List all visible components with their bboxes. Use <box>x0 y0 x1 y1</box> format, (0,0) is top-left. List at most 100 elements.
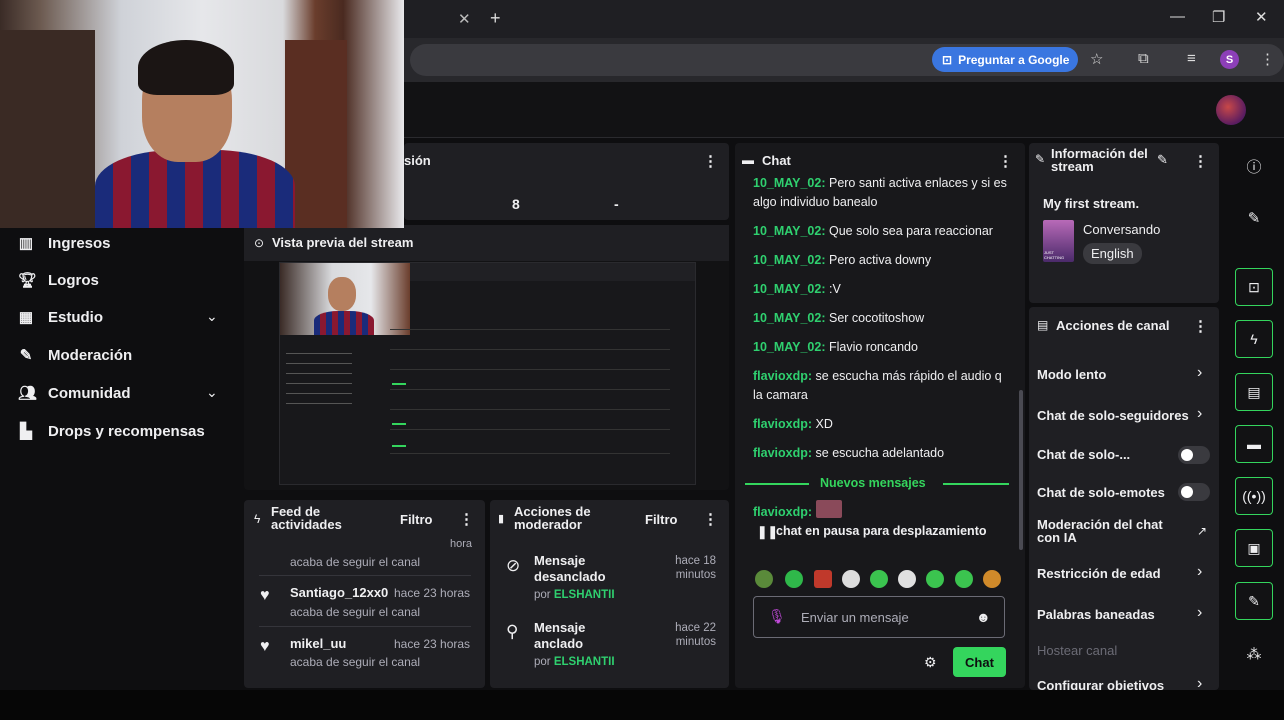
edit-pencil-icon[interactable]: ✎ <box>1157 152 1168 168</box>
emote-icon[interactable] <box>983 570 1001 588</box>
media-controls-icon[interactable]: ≡ <box>1187 50 1196 67</box>
tab-close-icon[interactable]: ✕ <box>458 10 471 28</box>
emote-icon[interactable] <box>785 570 803 588</box>
feed-sub: acaba de seguir el canal <box>290 605 421 619</box>
external-link-icon[interactable]: ↗ <box>1197 524 1207 538</box>
session-panel <box>404 143 729 220</box>
stream-preview-video[interactable] <box>279 262 696 485</box>
action-slow-mode[interactable]: Modo lento <box>1037 367 1106 382</box>
emote-icon[interactable] <box>755 570 773 588</box>
chat-text: Flavio roncando <box>828 340 918 354</box>
send-chat-button[interactable]: Chat <box>953 647 1006 677</box>
chat-text: Ser cocotitoshow <box>828 311 925 325</box>
address-bar[interactable] <box>410 44 1284 76</box>
category-value[interactable]: Conversando <box>1083 222 1160 237</box>
chevron-right-icon[interactable]: › <box>1197 563 1202 581</box>
document-icon[interactable]: ▤ <box>1235 373 1273 411</box>
user-avatar[interactable] <box>1216 95 1246 125</box>
bookmark-star-icon[interactable]: ☆ <box>1090 50 1103 68</box>
more-options-icon[interactable]: ⋮ <box>1193 317 1208 335</box>
chevron-right-icon[interactable]: › <box>1197 364 1202 382</box>
chat-bubble-icon[interactable]: ▬ <box>1235 425 1273 463</box>
more-options-icon[interactable]: ⋮ <box>703 152 718 170</box>
ask-google-button[interactable]: ⊡ Preguntar a Google <box>932 47 1078 72</box>
feed-item-name[interactable]: Santiago_12xx0 <box>290 585 388 600</box>
sidebar-item-logros[interactable]: 🏆︎ Logros <box>18 269 99 291</box>
more-options-icon[interactable]: ⋮ <box>459 510 474 528</box>
microphone-icon[interactable]: 🎙︎ <box>768 608 786 625</box>
action-followers-only[interactable]: Chat de solo-seguidores <box>1037 408 1189 423</box>
more-options-icon[interactable]: ⋮ <box>998 152 1013 170</box>
chat-message: flavioxdp: se escucha adelantado <box>753 446 945 460</box>
sidebar-item-label: Comunidad <box>48 384 131 402</box>
extensions-icon[interactable]: ⧉ <box>1138 50 1149 67</box>
chat-username[interactable]: 10_MAY_02 <box>753 311 821 325</box>
language-tag[interactable]: English <box>1083 243 1142 264</box>
emote-icon[interactable] <box>955 570 973 588</box>
video-queue-icon[interactable]: ▣ <box>1235 529 1273 567</box>
sidebar-item-comunidad[interactable]: 👥︎ Comunidad <box>18 382 131 404</box>
action-subs-only[interactable]: Chat de solo-... <box>1037 447 1130 462</box>
chat-username[interactable]: 10_MAY_02 <box>753 224 821 238</box>
camera-focus-icon[interactable]: ⊡ <box>1235 268 1273 306</box>
feed-item-name[interactable]: mikel_uu <box>290 636 346 651</box>
emote-icon[interactable] <box>814 570 832 588</box>
sidebar-item-ingresos[interactable]: ▥ Ingresos <box>18 232 111 254</box>
chat-paused-notice[interactable]: chat en pausa para desplazamiento <box>776 524 987 538</box>
subs-only-toggle[interactable] <box>1178 446 1210 464</box>
emote-icon[interactable] <box>926 570 944 588</box>
more-options-icon[interactable]: ⋮ <box>703 510 718 528</box>
feed-filter-button[interactable]: Filtro <box>400 512 433 527</box>
emotes-only-toggle[interactable] <box>1178 483 1210 501</box>
minimize-button[interactable]: — <box>1170 8 1185 25</box>
more-options-icon[interactable]: ⋮ <box>1193 152 1208 170</box>
close-window-button[interactable]: ✕ <box>1255 8 1268 26</box>
mod-user[interactable]: ELSHANTII <box>554 656 615 668</box>
chevron-right-icon[interactable]: › <box>1197 405 1202 423</box>
chat-username[interactable]: 10_MAY_02 <box>753 176 821 190</box>
wrench-icon[interactable]: ✎ <box>1235 582 1273 620</box>
edit-pencil-icon[interactable]: ✎ <box>1235 199 1273 237</box>
chat-username[interactable]: 10_MAY_02 <box>753 253 821 267</box>
session-stat: 8 <box>512 196 520 212</box>
sidebar-item-label: Drops y recompensas <box>48 422 205 440</box>
chevron-down-icon[interactable]: ⌄ <box>206 308 218 325</box>
emote-icon[interactable] <box>870 570 888 588</box>
lightning-icon[interactable]: ϟ <box>1235 320 1273 358</box>
restore-button[interactable]: ❐ <box>1212 8 1225 26</box>
chat-username[interactable]: 10_MAY_02 <box>753 282 821 296</box>
chat-username[interactable]: flavioxdp: <box>753 505 812 519</box>
emote-icon[interactable] <box>842 570 860 588</box>
info-icon[interactable]: ⓘ <box>1235 147 1273 185</box>
action-ai-moderation[interactable]: Moderación del chat con IA <box>1037 518 1187 544</box>
preview-line <box>390 349 670 350</box>
chat-scrollbar[interactable] <box>1019 390 1023 550</box>
action-emotes-only[interactable]: Chat de solo-emotes <box>1037 485 1165 500</box>
sidebar-item-moderacion[interactable]: ✎ Moderación <box>18 344 132 366</box>
mod-user[interactable]: ELSHANTII <box>554 589 615 601</box>
sidebar-item-estudio[interactable]: ▦ Estudio <box>18 306 103 328</box>
mod-filter-button[interactable]: Filtro <box>645 512 678 527</box>
new-messages-divider <box>745 483 809 485</box>
chat-username[interactable]: flavioxdp <box>753 417 808 431</box>
chat-message: 10_MAY_02: Ser cocotitoshow <box>753 311 925 325</box>
add-action-icon[interactable]: ⁂ <box>1235 635 1273 673</box>
chat-username[interactable]: flavioxdp <box>753 369 808 383</box>
profile-avatar[interactable]: S <box>1220 50 1239 69</box>
pause-icon[interactable]: ❚❚ <box>757 524 778 539</box>
action-age-restriction[interactable]: Restricción de edad <box>1037 566 1161 581</box>
browser-menu-icon[interactable]: ⋮ <box>1260 50 1275 68</box>
emote-icon[interactable] <box>898 570 916 588</box>
new-tab-button[interactable]: + <box>490 8 501 29</box>
webcam-overlay <box>0 0 404 228</box>
chevron-down-icon[interactable]: ⌄ <box>206 384 218 401</box>
action-banned-words[interactable]: Palabras baneadas <box>1037 607 1155 622</box>
chat-message: 10_MAY_02: Pero santi activa enlaces y s… <box>753 176 1007 209</box>
broadcast-icon[interactable]: ((•)) <box>1235 477 1273 515</box>
chevron-right-icon[interactable]: › <box>1197 604 1202 622</box>
emoji-icon[interactable]: ☻ <box>976 609 991 625</box>
chat-username[interactable]: 10_MAY_02 <box>753 340 821 354</box>
gear-icon[interactable]: ⚙ <box>924 654 937 671</box>
sidebar-item-drops[interactable]: ▙ Drops y recompensas <box>18 420 205 442</box>
chat-username[interactable]: flavioxdp <box>753 446 808 460</box>
